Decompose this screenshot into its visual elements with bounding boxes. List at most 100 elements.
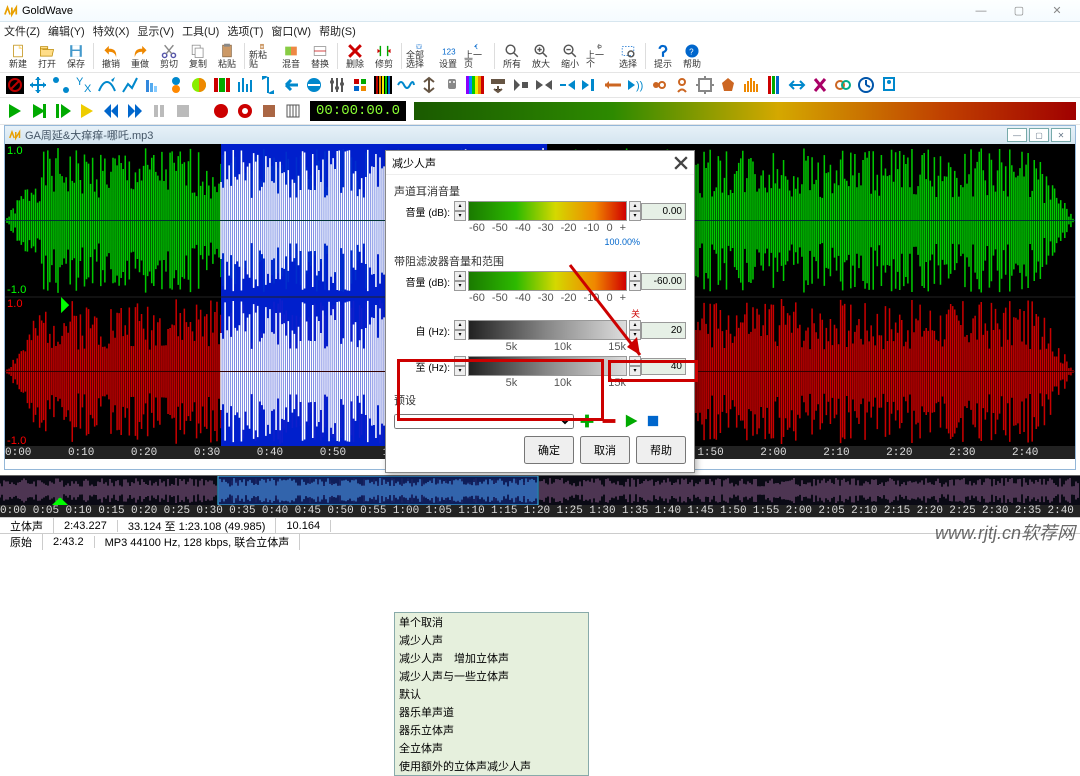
fx-fade-icon[interactable] <box>648 74 670 96</box>
tb-redo-button[interactable]: 重做 <box>126 42 154 70</box>
rewind-icon[interactable] <box>100 100 122 122</box>
tb-zup-button[interactable]: 上一个 <box>585 42 613 70</box>
preset-select[interactable] <box>394 414 574 429</box>
fx-spectrum2-icon[interactable] <box>464 74 486 96</box>
tb-set-button[interactable]: 123设置 <box>434 42 462 70</box>
tb-prev-button[interactable]: 上一页 <box>463 42 491 70</box>
tb-pnew-button[interactable]: 新粘贴 <box>248 42 276 70</box>
tb-save-button[interactable]: 保存 <box>62 42 90 70</box>
preset-item[interactable]: 减少人声与一些立体声 <box>395 667 588 685</box>
play-loop-icon[interactable] <box>52 100 74 122</box>
fx-mechanize-icon[interactable] <box>441 74 463 96</box>
vol-spinner[interactable]: ▴▾ <box>454 201 466 221</box>
fx-echo-icon[interactable] <box>142 74 164 96</box>
menu-help[interactable]: 帮助(S) <box>319 23 356 39</box>
tb-mix-button[interactable]: 混音 <box>277 42 305 70</box>
to-spinner2[interactable]: ▴▾ <box>629 356 641 376</box>
record-cue-icon[interactable] <box>234 100 256 122</box>
preset-item[interactable]: 减少人声 <box>395 631 588 649</box>
fx-move-icon[interactable] <box>27 74 49 96</box>
bvolume-value[interactable]: -60.00 <box>641 273 686 290</box>
to-value[interactable]: 40 <box>641 358 686 375</box>
fx-param-icon[interactable] <box>326 74 348 96</box>
tb-cut-button[interactable]: 剪切 <box>155 42 183 70</box>
fx-pan-icon[interactable] <box>556 74 578 96</box>
tb-zall-button[interactable]: 所有 <box>498 42 526 70</box>
doc-close-button[interactable]: ✕ <box>1051 128 1071 142</box>
stop-icon[interactable] <box>172 100 194 122</box>
fx-spectral-icon[interactable] <box>372 74 394 96</box>
help-button[interactable]: 帮助 <box>636 436 686 464</box>
from-spinner2[interactable]: ▴▾ <box>629 320 641 340</box>
fx-maxmatch-icon[interactable] <box>579 74 601 96</box>
maximize-button[interactable]: ▢ <box>1000 1 1038 21</box>
menu-edit[interactable]: 编辑(Y) <box>48 23 85 39</box>
from-spinner[interactable]: ▴▾ <box>454 320 466 340</box>
fx-lowhi-icon[interactable] <box>257 74 279 96</box>
fx-doppler-icon[interactable] <box>96 74 118 96</box>
bvol-spinner[interactable]: ▴▾ <box>454 271 466 291</box>
forward-icon[interactable] <box>124 100 146 122</box>
preset-item[interactable]: 单个取消 <box>395 613 588 631</box>
preset-stop-icon[interactable] <box>644 412 662 430</box>
tb-zin-button[interactable]: 放大 <box>527 42 555 70</box>
menu-effect[interactable]: 特效(X) <box>93 23 130 39</box>
fx-bandpass-icon[interactable] <box>211 74 233 96</box>
volume-slider[interactable]: -60-50-40-30-20-100+ <box>468 201 627 221</box>
preset-dropdown[interactable]: 单个取消减少人声减少人声 增加立体声减少人声与一些立体声默认器乐单声道器乐立体声… <box>394 612 589 776</box>
minimize-button[interactable]: — <box>962 1 1000 21</box>
tb-hint-button[interactable]: 提示 <box>649 42 677 70</box>
from-value[interactable]: 20 <box>641 322 686 339</box>
preset-item[interactable]: 使用额外的立体声减少人声 <box>395 757 588 775</box>
fx-invert-icon[interactable] <box>418 74 440 96</box>
fx-leftarrow-icon[interactable] <box>280 74 302 96</box>
tb-undo-button[interactable]: 撤销 <box>97 42 125 70</box>
bvol-spinner2[interactable]: ▴▾ <box>629 271 641 291</box>
fx-reduce-icon[interactable] <box>602 74 624 96</box>
fx-eq-icon[interactable] <box>234 74 256 96</box>
tb-copy-button[interactable]: 复制 <box>184 42 212 70</box>
fx-yx-icon[interactable]: YX <box>73 74 95 96</box>
fx-silred-icon[interactable] <box>349 74 371 96</box>
fx-plugin-icon[interactable] <box>694 74 716 96</box>
preset-item[interactable]: 器乐单声道 <box>395 703 588 721</box>
bvolume-off[interactable]: 关 <box>394 307 640 320</box>
fx-noexpr-icon[interactable] <box>4 74 26 96</box>
dialog-close-icon[interactable] <box>674 156 688 170</box>
menu-tool[interactable]: 工具(U) <box>182 23 219 39</box>
preset-item[interactable]: 默认 <box>395 685 588 703</box>
tb-zsel-button[interactable]: 选择 <box>614 42 642 70</box>
fx-voiceover-icon[interactable] <box>878 74 900 96</box>
pause-icon[interactable] <box>148 100 170 122</box>
preset-item[interactable]: 全立体声 <box>395 739 588 757</box>
preset-item[interactable]: 器乐立体声 <box>395 721 588 739</box>
menu-view[interactable]: 显示(V) <box>137 23 174 39</box>
bvolume-slider[interactable]: -60-50-40-30-20-100+ <box>468 271 627 291</box>
fx-volshape-icon[interactable]: )) <box>625 74 647 96</box>
tb-trim-button[interactable]: 修剪 <box>370 42 398 70</box>
to-spinner[interactable]: ▴▾ <box>454 356 466 376</box>
tb-selall-button[interactable]: { }全部选择 <box>405 42 433 70</box>
tb-repl-button[interactable]: 替换 <box>306 42 334 70</box>
preset-item[interactable]: 减少人声 增加立体声 <box>395 649 588 667</box>
fx-dyn-icon[interactable] <box>119 74 141 96</box>
fx-autofilter-icon[interactable] <box>188 74 210 96</box>
fx-voice-icon[interactable] <box>671 74 693 96</box>
play-green-icon[interactable] <box>4 100 26 122</box>
vol-spinner2[interactable]: ▴▾ <box>629 201 641 221</box>
fx-reverb-icon[interactable] <box>763 74 785 96</box>
fx-stereo-icon[interactable] <box>832 74 854 96</box>
menu-option[interactable]: 选项(T) <box>227 23 263 39</box>
play-sel-icon[interactable] <box>28 100 50 122</box>
record-stop-icon[interactable] <box>258 100 280 122</box>
volume-percent[interactable]: 100.00% <box>394 237 640 247</box>
preset-del-icon[interactable] <box>600 412 618 430</box>
cancel-button[interactable]: 取消 <box>580 436 630 464</box>
fx-shape-icon[interactable] <box>717 74 739 96</box>
menu-window[interactable]: 窗口(W) <box>271 23 311 39</box>
volume-value[interactable]: 0.00 <box>641 203 686 220</box>
fx-silence-icon[interactable] <box>809 74 831 96</box>
tb-paste-button[interactable]: 粘贴 <box>213 42 241 70</box>
fx-flanger-icon[interactable] <box>395 74 417 96</box>
fx-pitch-icon[interactable] <box>740 74 762 96</box>
